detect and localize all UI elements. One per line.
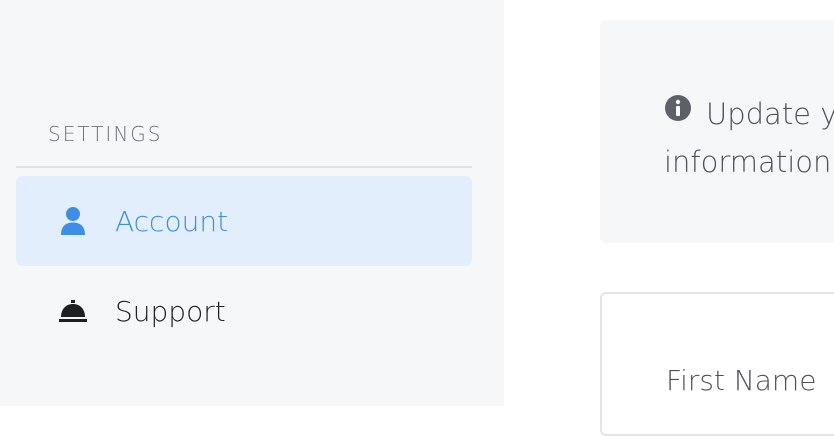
- sidebar-item-label: Account: [115, 204, 229, 238]
- settings-section-heading: SETTINGS: [48, 122, 163, 146]
- info-circle-icon: [664, 88, 692, 136]
- user-icon: [58, 206, 88, 236]
- sidebar-divider: [16, 166, 472, 168]
- sidebar-item-account[interactable]: Account: [16, 176, 472, 266]
- service-bell-icon: [58, 296, 88, 326]
- first-name-label: First Name: [666, 364, 817, 397]
- sidebar-item-label: Support: [115, 294, 226, 328]
- settings-sidebar: SETTINGS Account Support: [0, 0, 504, 406]
- info-text-line2: information.: [664, 145, 834, 179]
- info-text-line1: Update y: [706, 97, 834, 131]
- sidebar-item-support[interactable]: Support: [16, 266, 472, 356]
- info-message: Update y information.: [664, 90, 834, 186]
